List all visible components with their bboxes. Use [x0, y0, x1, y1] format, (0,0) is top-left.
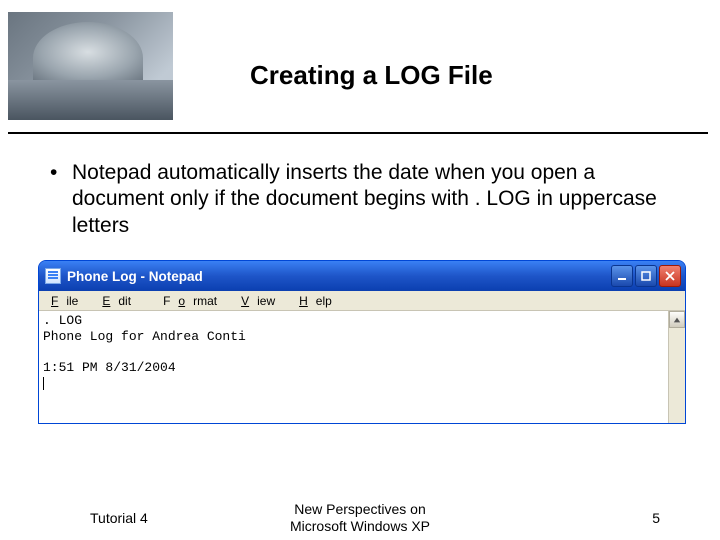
text-caret [43, 377, 44, 390]
text-line-1: . LOG [43, 313, 82, 328]
bullet-list: • Notepad automatically inserts the date… [50, 160, 670, 239]
notepad-icon [45, 268, 61, 284]
minimize-button[interactable] [611, 265, 633, 287]
menu-file[interactable]: File [43, 292, 94, 310]
decorative-photo [8, 12, 173, 120]
menu-view[interactable]: View [233, 292, 291, 310]
page-number: 5 [652, 510, 660, 526]
titlebar[interactable]: Phone Log - Notepad [39, 261, 685, 291]
bullet-dot: • [50, 160, 72, 239]
notepad-text-area[interactable]: . LOG Phone Log for Andrea Conti 1:51 PM… [39, 311, 668, 423]
text-line-2: Phone Log for Andrea Conti [43, 329, 246, 344]
bullet-text: Notepad automatically inserts the date w… [72, 160, 670, 239]
menu-help[interactable]: Help [291, 292, 348, 310]
text-line-4: 1:51 PM 8/31/2004 [43, 360, 176, 375]
title-divider [8, 132, 708, 134]
notepad-window: Phone Log - Notepad File Edit Format Vie… [38, 260, 686, 424]
maximize-button[interactable] [635, 265, 657, 287]
vertical-scrollbar[interactable] [668, 311, 685, 423]
window-title: Phone Log - Notepad [67, 269, 203, 284]
menu-format[interactable]: Format [147, 292, 233, 310]
scroll-track[interactable] [669, 328, 685, 423]
slide-title: Creating a LOG File [250, 60, 680, 91]
close-button[interactable] [659, 265, 681, 287]
menu-bar: File Edit Format View Help [39, 291, 685, 311]
footer-center: New Perspectives on Microsoft Windows XP [0, 501, 720, 535]
menu-edit[interactable]: Edit [94, 292, 147, 310]
scroll-up-button[interactable] [669, 311, 685, 328]
